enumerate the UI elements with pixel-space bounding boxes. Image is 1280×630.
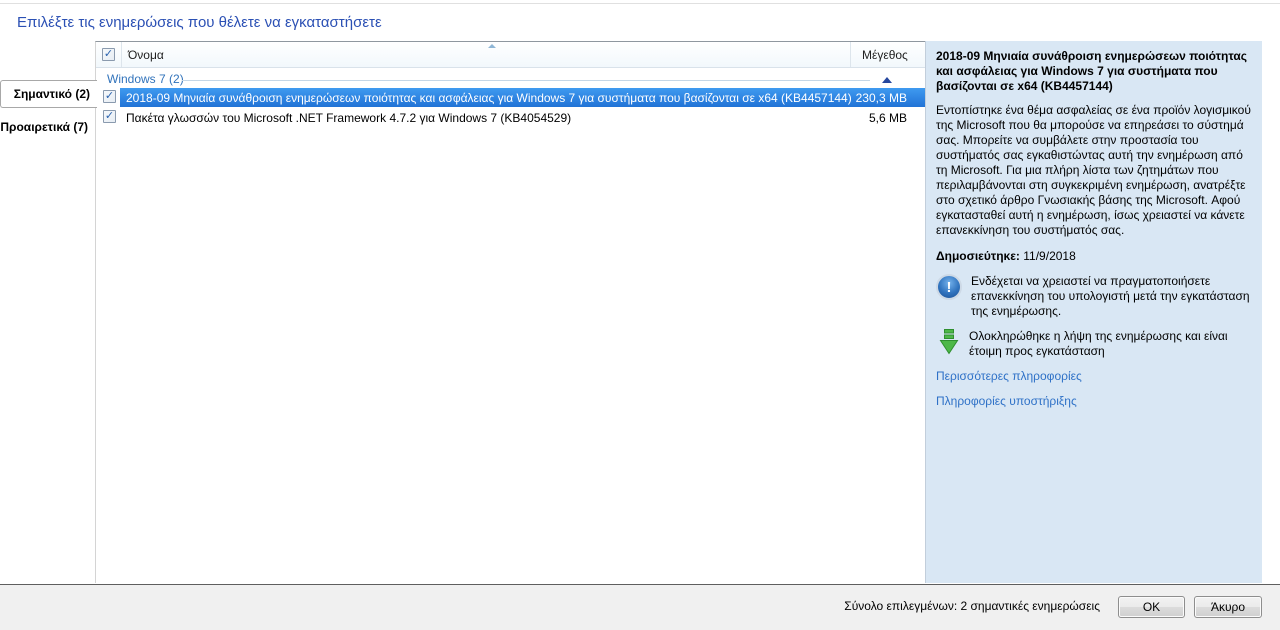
top-divider bbox=[0, 3, 1280, 4]
update-name: 2018-09 Μηνιαία συνάθροιση ενημερώσεων π… bbox=[126, 90, 852, 105]
group-header-label: Windows 7 (2) bbox=[107, 72, 184, 86]
windows-update-select-dialog: Επιλέξτε τις ενημερώσεις που θέλετε να ε… bbox=[0, 0, 1280, 630]
sidebar-tab-optional-label: Προαιρετικά (7) bbox=[0, 120, 88, 134]
restart-warning-icon: ! bbox=[936, 274, 962, 300]
footer-bar: Σύνολο επιλεγμένων: 2 σημαντικές ενημερώ… bbox=[0, 584, 1280, 630]
update-row-bar[interactable]: Πακέτα γλωσσών του Microsoft .NET Framew… bbox=[120, 108, 925, 127]
update-details-panel: 2018-09 Μηνιαία συνάθροιση ενημερώσεων π… bbox=[925, 41, 1262, 583]
details-description: Εντοπίστηκε ένα θέμα ασφαλείας σε ένα πρ… bbox=[936, 103, 1251, 237]
update-row-selected-bar[interactable]: 2018-09 Μηνιαία συνάθροιση ενημερώσεων π… bbox=[120, 88, 925, 107]
collapse-group-icon[interactable] bbox=[882, 75, 892, 83]
cancel-button[interactable]: Άκυρο bbox=[1194, 596, 1262, 618]
published-date: 11/9/2018 bbox=[1023, 249, 1076, 263]
select-all-checkbox[interactable]: ✓ bbox=[102, 48, 115, 61]
download-complete-icon bbox=[938, 329, 960, 355]
column-divider bbox=[850, 42, 851, 67]
more-info-link[interactable]: Περισσότερες πληροφορίες bbox=[936, 369, 1252, 384]
update-size: 5,6 MB bbox=[868, 111, 907, 125]
list-column-header: ✓ Όνομα Μέγεθος bbox=[96, 42, 925, 68]
page-title: Επιλέξτε τις ενημερώσεις που θέλετε να ε… bbox=[17, 14, 382, 31]
group-header-line bbox=[182, 80, 870, 81]
support-info-link[interactable]: Πληροφορίες υποστήριξης bbox=[936, 394, 1252, 409]
download-ready-notice: Ολοκληρώθηκε η λήψη της ενημέρωσης και ε… bbox=[936, 329, 1252, 359]
update-checkbox[interactable]: ✓ bbox=[103, 90, 116, 103]
column-header-name[interactable]: Όνομα bbox=[128, 48, 164, 62]
group-header-windows7[interactable]: Windows 7 (2) bbox=[96, 71, 925, 88]
selection-summary: Σύνολο επιλεγμένων: 2 σημαντικές ενημερώ… bbox=[844, 599, 1100, 613]
update-size: 230,3 MB bbox=[855, 91, 907, 105]
sidebar-tab-optional[interactable]: Προαιρετικά (7) bbox=[0, 117, 90, 137]
download-ready-text: Ολοκληρώθηκε η λήψη της ενημέρωσης και ε… bbox=[969, 329, 1228, 358]
update-name: Πακέτα γλωσσών του Microsoft .NET Framew… bbox=[126, 110, 572, 125]
sort-ascending-icon bbox=[488, 44, 496, 48]
update-row[interactable]: ✓ 2018-09 Μηνιαία συνάθροιση ενημερώσεων… bbox=[96, 88, 925, 107]
update-row[interactable]: ✓ Πακέτα γλωσσών του Microsoft .NET Fram… bbox=[96, 108, 925, 127]
published-label: Δημοσιεύτηκε: bbox=[936, 249, 1020, 263]
ok-button[interactable]: OK bbox=[1118, 596, 1185, 618]
details-title: 2018-09 Μηνιαία συνάθροιση ενημερώσεων π… bbox=[936, 49, 1248, 93]
update-checkbox[interactable]: ✓ bbox=[103, 110, 116, 123]
published-line: Δημοσιεύτηκε: 11/9/2018 bbox=[936, 249, 1252, 264]
column-header-size[interactable]: Μέγεθος bbox=[862, 48, 908, 62]
updates-list: ✓ Όνομα Μέγεθος Windows 7 (2) ✓ 2018-09 … bbox=[95, 41, 925, 583]
restart-notice-text: Ενδέχεται να χρειαστεί να πραγματοποιήσε… bbox=[971, 274, 1250, 318]
sidebar-tab-important[interactable]: Σημαντικό (2) bbox=[0, 80, 97, 108]
restart-notice: ! Ενδέχεται να χρειαστεί να πραγματοποιή… bbox=[936, 274, 1252, 319]
sidebar-tab-important-label: Σημαντικό (2) bbox=[13, 87, 90, 101]
select-all-cell: ✓ bbox=[96, 42, 122, 67]
